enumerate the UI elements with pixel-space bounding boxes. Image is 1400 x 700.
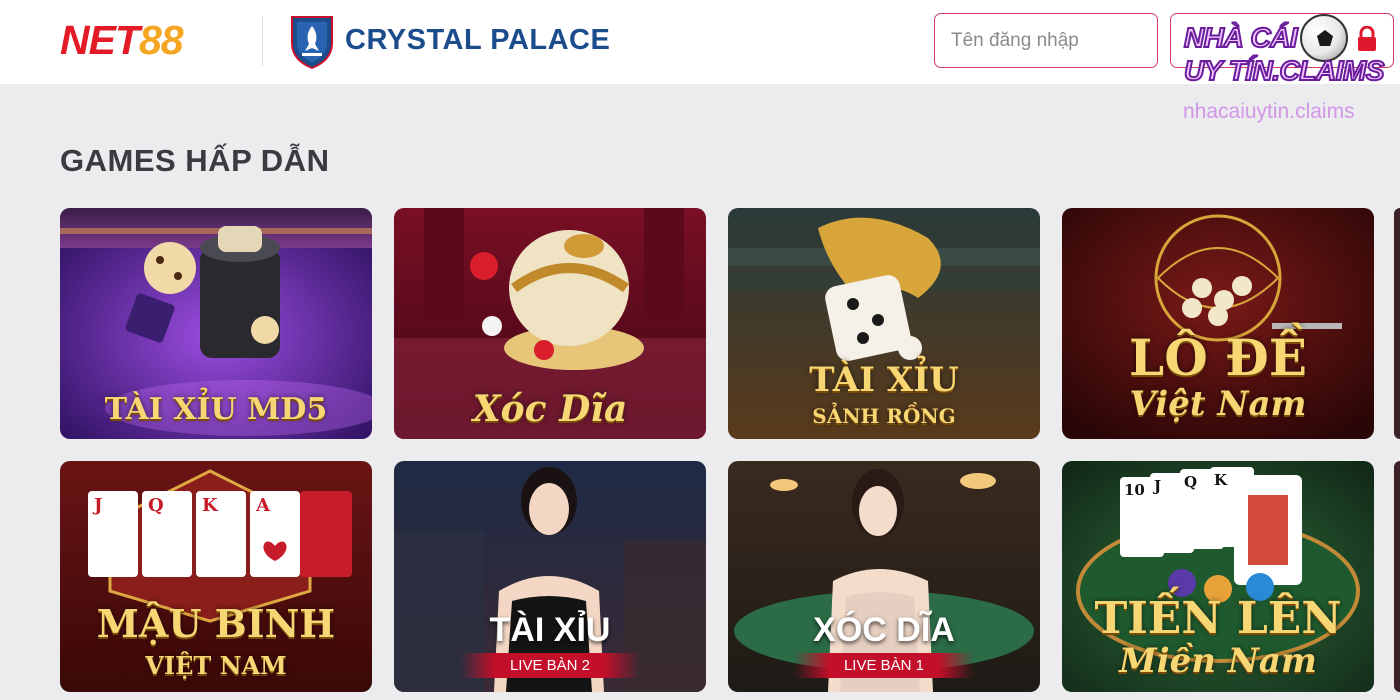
game-title: TÀI XỈU <box>809 360 959 400</box>
svg-text:K: K <box>202 495 219 516</box>
lock-icon <box>1358 26 1376 51</box>
svg-text:Q: Q <box>1184 473 1197 491</box>
svg-text:Q: Q <box>148 495 164 516</box>
section-title: GAMES HẤP DẪN <box>60 143 330 178</box>
game-title: TIẾN LÊN <box>1094 593 1342 644</box>
game-card-lo-de-viet-nam[interactable]: LÔ ĐỀ Việt Nam <box>1062 208 1374 439</box>
svg-text:10: 10 <box>1124 481 1145 499</box>
game-title: LÔ ĐỀ <box>1129 328 1307 387</box>
live-table-badge: LIVE BÀN 1 <box>794 653 974 678</box>
game-title: TÀI XỈU <box>489 611 611 649</box>
game-card-tai-xiu-md5[interactable]: TÀI XỈU MD5 <box>60 208 372 439</box>
svg-text:J: J <box>1152 477 1161 495</box>
game-subtitle: VIỆT NAM <box>145 651 287 680</box>
live-table-badge: LIVE BÀN 2 <box>460 653 640 678</box>
game-subtitle: Miền Nam <box>1119 641 1317 681</box>
game-title: TÀI XỈU MD5 <box>104 392 328 427</box>
svg-text:J: J <box>92 495 103 516</box>
game-title: MẬU BINH <box>96 601 336 646</box>
logo-divider <box>262 16 263 66</box>
game-subtitle: Việt Nam <box>1129 384 1307 424</box>
game-subtitle: SẢNH RỒNG <box>812 404 956 428</box>
watermark-url: nhacaiuytin.claims <box>1183 100 1355 123</box>
watermark-badge-line2: UY TÍN.CLAIMS <box>1183 54 1385 87</box>
game-card-tai-xiu-live[interactable]: TÀI XỈU LIVE BÀN 2 <box>394 461 706 692</box>
net88-logo[interactable]: NET88 <box>60 18 242 62</box>
svg-text:A: A <box>255 495 271 516</box>
logo-text-88: 88 <box>139 17 184 63</box>
game-card-mau-binh-viet-nam[interactable]: J Q K A MẬU BINH VIỆT NAM <box>60 461 372 692</box>
svg-text:K: K <box>1214 471 1228 489</box>
game-card-xoc-dia[interactable]: Xóc Dĩa <box>394 208 706 439</box>
next-game-card-partial[interactable] <box>1394 208 1400 439</box>
crystal-palace-crest-icon <box>291 16 333 69</box>
game-title: Xóc Dĩa <box>472 388 628 430</box>
game-card-tai-xiu-sanh-rong[interactable]: TÀI XỈU SẢNH RỒNG <box>728 208 1040 439</box>
game-card-tien-len-mien-nam[interactable]: 10 J Q K TIẾN LÊN Miền Nam <box>1062 461 1374 692</box>
logo-text-net: NET <box>60 17 140 63</box>
partner-name: CRYSTAL PALACE <box>345 24 611 56</box>
next-game-card-partial[interactable] <box>1394 461 1400 692</box>
watermark-badge-line1: NHÀ CÁI <box>1183 21 1299 54</box>
game-title: XÓC DĨA <box>813 611 955 649</box>
username-input[interactable] <box>934 13 1158 68</box>
game-card-xoc-dia-live[interactable]: XÓC DĨA LIVE BÀN 1 <box>728 461 1040 692</box>
